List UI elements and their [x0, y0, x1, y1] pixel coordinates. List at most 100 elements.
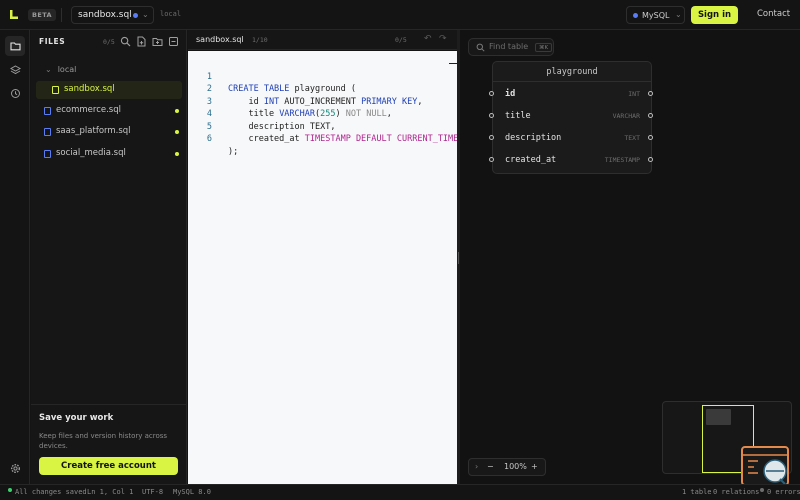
unsaved-dot [133, 13, 138, 18]
chevron-right-icon[interactable]: › [475, 462, 478, 471]
current-file-name: sandbox.sql [78, 10, 132, 20]
connection-handle[interactable] [489, 135, 494, 140]
editor-tab[interactable]: sandbox.sql [196, 35, 244, 44]
find-placeholder: Find table [489, 42, 529, 51]
code-token: ); [228, 146, 239, 157]
file-name: social_media.sql [56, 148, 126, 158]
sql-dialect: MySQL 8.0 [173, 488, 211, 496]
file-item-ecommerce[interactable]: ecommerce.sql [36, 102, 182, 120]
connection-handle[interactable] [489, 113, 494, 118]
file-name: ecommerce.sql [56, 105, 121, 115]
help-widget-icon[interactable] [740, 445, 790, 487]
file-name: saas_platform.sql [56, 126, 131, 136]
code-line: 5 created_at TIMESTAMP DEFAULT CURRENT_T… [188, 108, 457, 145]
column-row[interactable]: created_at TIMESTAMP [493, 149, 651, 171]
file-item-sandbox[interactable]: sandbox.sql [36, 81, 182, 99]
column-row[interactable]: description TEXT [493, 127, 651, 149]
contact-link[interactable]: Contact [757, 9, 790, 19]
keyword: TIMESTAMP DEFAULT CURRENT_TIMEST [304, 134, 457, 144]
shortcut-hint: ⌘K [535, 43, 553, 52]
column-row[interactable]: title VARCHAR [493, 105, 651, 127]
column-name: created_at [505, 155, 557, 165]
database-dot [633, 13, 638, 18]
save-work-panel: Save your work Keep files and version hi… [31, 404, 186, 484]
resize-grip [458, 252, 459, 264]
new-file-icon[interactable] [136, 36, 147, 47]
connection-handle[interactable] [489, 157, 494, 162]
folder-icon [9, 42, 21, 51]
zoom-level: 100% [504, 462, 527, 471]
find-table-input[interactable]: Find table ⌘K [468, 38, 554, 56]
connection-handle[interactable] [489, 91, 494, 96]
app-logo-icon[interactable] [10, 10, 18, 19]
files-view-button[interactable] [5, 36, 25, 56]
save-description: Keep files and version history across de… [39, 432, 168, 450]
relation-count: 0 relations [713, 488, 760, 496]
files-title: FILES [39, 37, 66, 46]
zoom-out-button[interactable]: − [487, 462, 494, 471]
code-token: created_at [228, 134, 305, 144]
column-type: TEXT [624, 134, 640, 142]
editor-header: sandbox.sql 1/10 0/5 ↶ ↷ [188, 30, 457, 50]
encoding: UTF-8 [142, 488, 164, 496]
table-node-playground[interactable]: playground id INT title VARCHAR descript… [492, 61, 652, 174]
chevron-down-icon: ⌄ [142, 10, 149, 19]
file-icon [44, 150, 51, 158]
editor-error-count: 0/5 [395, 36, 407, 44]
table-name: playground [493, 62, 651, 82]
redo-icon[interactable]: ↷ [439, 34, 447, 44]
column-name: title [505, 111, 531, 121]
folder-local[interactable]: ⌄ local [45, 65, 76, 74]
settings-button[interactable] [5, 458, 25, 478]
layers-icon [9, 64, 21, 74]
cursor-position: Ln 1, Col 1 [87, 488, 134, 496]
history-view-button[interactable] [5, 83, 25, 103]
column-name: id [505, 89, 516, 99]
divider [61, 8, 62, 22]
create-account-button[interactable]: Create free account [39, 457, 178, 475]
beta-badge: BETA [28, 9, 56, 21]
column-row[interactable]: id INT [493, 83, 651, 105]
files-sidebar: FILES 0/5 ⌄ local sandbox.sql ecommerce.s… [31, 30, 187, 484]
minimap-table [706, 409, 731, 425]
error-count: 0 errors [767, 488, 800, 496]
code-line: 6 ); [188, 121, 457, 157]
connection-handle[interactable] [648, 113, 653, 118]
zoom-in-button[interactable]: + [531, 462, 538, 471]
file-item-saas-platform[interactable]: saas_platform.sql [36, 123, 182, 141]
database-name: MySQL [642, 11, 670, 20]
file-switcher[interactable]: sandbox.sql ⌄ [71, 6, 154, 24]
undo-icon[interactable]: ↶ [424, 34, 432, 44]
connection-handle[interactable] [648, 91, 653, 96]
file-icon [44, 107, 51, 115]
code-line: 4 description TEXT, [188, 96, 457, 132]
file-icon [52, 86, 59, 94]
storage-label: local [160, 10, 182, 18]
column-name: description [505, 133, 562, 143]
layers-view-button[interactable] [5, 60, 25, 80]
save-title: Save your work [39, 413, 114, 423]
collapse-all-icon[interactable] [168, 36, 179, 47]
saved-status: All changes saved [15, 488, 87, 496]
connection-handle[interactable] [648, 157, 653, 162]
code-line: 3 title VARCHAR(255) NOT NULL, [188, 83, 457, 120]
files-count: 0/5 [103, 38, 115, 46]
line-number: 6 [206, 134, 212, 144]
code-text: created_at TIMESTAMP DEFAULT CURRENT_TIM… [228, 133, 457, 146]
new-folder-icon[interactable] [152, 36, 163, 47]
zoom-controls: › − 100% + [468, 458, 546, 476]
file-item-social-media[interactable]: social_media.sql [36, 145, 182, 163]
connection-handle[interactable] [648, 135, 653, 140]
table-count: 1 table [682, 488, 712, 496]
column-type: TIMESTAMP [604, 156, 640, 164]
diagram-canvas[interactable]: Find table ⌘K playground id INT title VA… [460, 30, 800, 484]
search-icon [476, 43, 485, 52]
column-type: VARCHAR [612, 112, 640, 120]
error-status-dot [760, 488, 764, 492]
database-selector[interactable]: MySQL ⌄ [626, 6, 685, 24]
search-icon[interactable] [120, 36, 131, 47]
chevron-down-icon: ⌄ [675, 10, 682, 19]
sql-editor[interactable]: 1 CREATE TABLE playground ( 2 id INT AUT… [188, 51, 457, 484]
sign-in-button[interactable]: Sign in [691, 6, 738, 24]
editor-position: 1/10 [252, 36, 268, 44]
